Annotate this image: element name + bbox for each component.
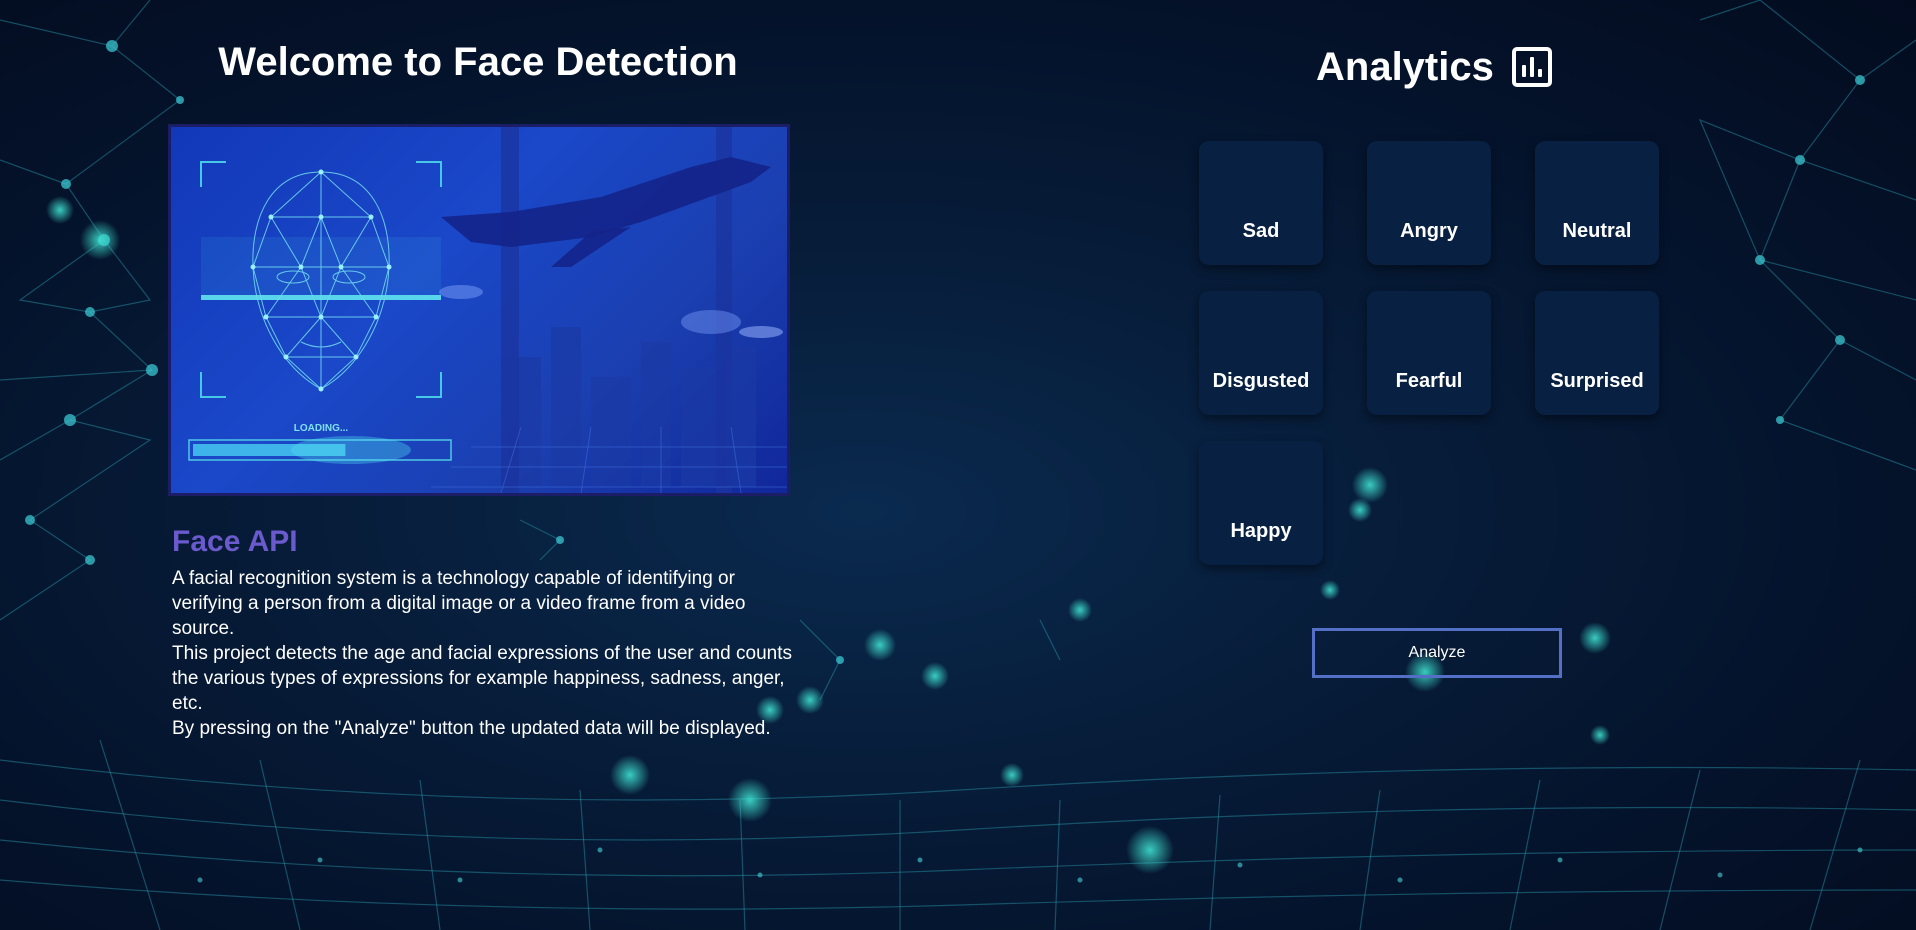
analytics-title: Analytics (1316, 44, 1494, 89)
expression-card-happy: Happy (1199, 441, 1323, 565)
expression-label: Surprised (1550, 370, 1644, 392)
expression-card-surprised: Surprised (1535, 291, 1659, 415)
analytics-header: Analytics (1316, 40, 1552, 94)
expression-label: Disgusted (1212, 370, 1310, 392)
expression-label: Neutral (1562, 220, 1632, 242)
description-paragraph: This project detects the age and facial … (172, 643, 792, 714)
expression-card-angry: Angry (1367, 141, 1491, 265)
face-detection-illustration: LOADING... (168, 124, 790, 496)
loading-label: LOADING... (294, 423, 349, 434)
page-title: Welcome to Face Detection (218, 40, 738, 84)
expression-card-fearful: Fearful (1367, 291, 1491, 415)
expression-card-disgusted: Disgusted (1199, 291, 1323, 415)
description-paragraph: A facial recognition system is a technol… (172, 568, 746, 639)
expression-label: Angry (1400, 220, 1458, 242)
face-api-title: Face API (172, 525, 298, 558)
description-paragraph: By pressing on the "Analyze" button the … (172, 718, 771, 739)
expression-card-sad: Sad (1199, 141, 1323, 265)
expression-label: Happy (1230, 520, 1292, 542)
description: A facial recognition system is a technol… (172, 566, 797, 741)
expression-card-neutral: Neutral (1535, 141, 1659, 265)
expression-label: Sad (1242, 220, 1280, 242)
bar-chart-icon (1511, 47, 1552, 87)
face-scan-illustration: LOADING... (188, 127, 787, 493)
analyze-button[interactable]: Analyze (1312, 628, 1562, 678)
expression-label: Fearful (1395, 370, 1463, 392)
